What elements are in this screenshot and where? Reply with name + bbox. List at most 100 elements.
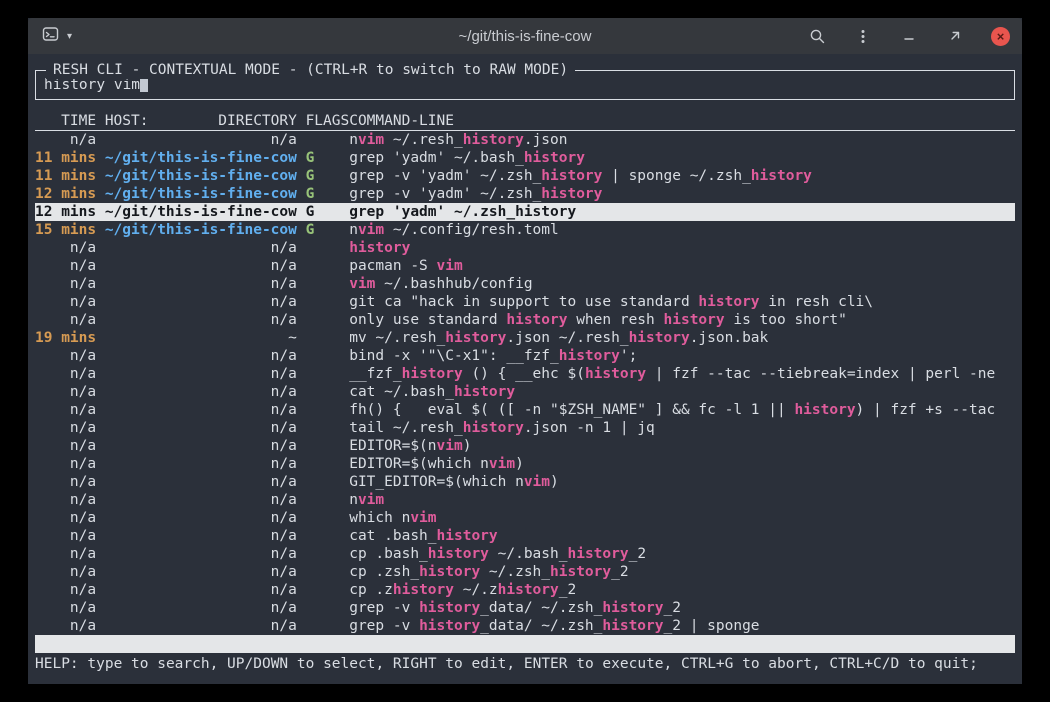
table-row[interactable]: n/a n/a fh() { eval $( ([ -n "$ZSH_NAME"… xyxy=(35,401,1015,419)
row-flags xyxy=(306,311,350,329)
table-row[interactable]: 11 mins ~/git/this-is-fine-cow G grep -v… xyxy=(35,167,1015,185)
command-highlight: history xyxy=(445,330,506,346)
command-text: tail ~/.resh_ xyxy=(349,420,463,436)
table-row[interactable]: n/a n/a EDITOR=$(which nvim) xyxy=(35,455,1015,473)
row-command: cp .bash_history ~/.bash_history_2 xyxy=(349,545,1015,563)
table-row[interactable]: n/a n/a cp .bash_history ~/.bash_history… xyxy=(35,545,1015,563)
row-time: 12 mins xyxy=(35,185,96,203)
table-row[interactable]: n/a n/a nvim xyxy=(35,491,1015,509)
command-text: ~/.bashhub/config xyxy=(375,276,532,292)
table-row[interactable]: 11 mins ~/git/this-is-fine-cow G grep 'y… xyxy=(35,149,1015,167)
header-host-directory: HOST:DIRECTORY xyxy=(105,112,297,130)
row-flags xyxy=(306,509,350,527)
command-text: when resh xyxy=(567,312,663,328)
row-host-dir: n/a xyxy=(105,527,297,545)
command-text: _2 | sponge xyxy=(664,618,760,634)
row-flags xyxy=(306,491,350,509)
command-highlight: history xyxy=(585,366,646,382)
row-host-dir: n/a xyxy=(105,437,297,455)
search-icon[interactable] xyxy=(807,26,827,46)
command-text: GIT_EDITOR=$(which n xyxy=(349,474,524,490)
table-row[interactable]: 15 mins ~/git/this-is-fine-cow G nvim ~/… xyxy=(35,221,1015,239)
table-row[interactable]: n/a n/a git ca "hack in support to use s… xyxy=(35,293,1015,311)
command-text: cp .z xyxy=(349,582,393,598)
row-host-dir: n/a xyxy=(105,599,297,617)
command-text: ) xyxy=(550,474,559,490)
row-flags xyxy=(306,617,350,635)
command-text: __fzf_ xyxy=(349,366,401,382)
row-command: grep -v history_data/ ~/.zsh_history_2 |… xyxy=(349,617,1015,635)
terminal-window: ▾ ~/git/this-is-fine-cow xyxy=(28,18,1022,684)
command-highlight: vim xyxy=(489,456,515,472)
menu-icon[interactable] xyxy=(853,26,873,46)
row-command: history xyxy=(349,239,1015,257)
command-highlight: history xyxy=(602,600,663,616)
table-row[interactable]: n/a n/a cat ~/.bash_history xyxy=(35,383,1015,401)
table-row[interactable]: n/a n/a cp .zhistory ~/.zhistory_2 xyxy=(35,581,1015,599)
command-highlight: history xyxy=(541,168,602,184)
command-text: cat ~/.bash_ xyxy=(349,384,454,400)
table-row[interactable]: n/a n/a __fzf_history () { __ehc $(histo… xyxy=(35,365,1015,383)
row-host-dir: n/a xyxy=(105,257,297,275)
new-terminal-button[interactable] xyxy=(40,26,60,46)
row-host-dir: ~/git/this-is-fine-cow xyxy=(105,221,297,239)
command-highlight: vim xyxy=(349,276,375,292)
table-row[interactable]: n/a n/a tail ~/.resh_history.json -n 1 |… xyxy=(35,419,1015,437)
row-host-dir: n/a xyxy=(105,131,297,149)
table-row[interactable]: n/a n/a grep -v history_data/ ~/.zsh_his… xyxy=(35,617,1015,635)
header-directory: DIRECTORY xyxy=(218,112,297,130)
command-highlight: vim xyxy=(410,510,436,526)
table-row[interactable]: n/a n/a GIT_EDITOR=$(which nvim) xyxy=(35,473,1015,491)
row-command: cp .zsh_history ~/.zsh_history_2 xyxy=(349,563,1015,581)
row-time: n/a xyxy=(35,473,96,491)
command-text: n xyxy=(349,492,358,508)
command-highlight: history xyxy=(524,150,585,166)
command-highlight: history xyxy=(629,330,690,346)
command-text: | fzf --tac --tiebreak=index | perl -ne xyxy=(646,366,995,382)
table-row[interactable]: n/a n/a nvim ~/.resh_history.json xyxy=(35,131,1015,149)
header-flags: FLAGS xyxy=(306,112,350,130)
table-row[interactable]: n/a n/a which nvim xyxy=(35,509,1015,527)
row-command: pacman -S vim xyxy=(349,257,1015,275)
table-row[interactable]: n/a n/a history xyxy=(35,239,1015,257)
chevron-down-icon[interactable]: ▾ xyxy=(67,31,72,42)
table-row[interactable]: n/a n/a pacman -S vim xyxy=(35,257,1015,275)
row-command: fh() { eval $( ([ -n "$ZSH_NAME" ] && fc… xyxy=(349,401,1015,419)
command-text: .json xyxy=(524,132,568,148)
row-command: __fzf_history () { __ehc $(history | fzf… xyxy=(349,365,1015,383)
table-row[interactable]: n/a n/a only use standard history when r… xyxy=(35,311,1015,329)
command-text: () { __ehc $( xyxy=(463,366,585,382)
table-row[interactable]: 12 mins ~/git/this-is-fine-cow G grep 'y… xyxy=(35,203,1015,221)
row-command: grep 'yadm' ~/.zsh_history xyxy=(349,203,1015,221)
row-time: n/a xyxy=(35,419,96,437)
table-row[interactable]: 12 mins ~/git/this-is-fine-cow G grep -v… xyxy=(35,185,1015,203)
table-row[interactable]: n/a n/a EDITOR=$(nvim) xyxy=(35,437,1015,455)
row-host-dir: n/a xyxy=(105,509,297,527)
command-highlight: history xyxy=(454,384,515,400)
row-time: n/a xyxy=(35,131,96,149)
row-time: n/a xyxy=(35,563,96,581)
table-row[interactable]: n/a n/a cp .zsh_history ~/.zsh_history_2 xyxy=(35,563,1015,581)
titlebar: ▾ ~/git/this-is-fine-cow xyxy=(28,18,1022,54)
restore-button[interactable] xyxy=(945,26,965,46)
command-highlight: history xyxy=(698,294,759,310)
command-highlight: vim xyxy=(524,474,550,490)
terminal-icon xyxy=(42,26,59,46)
minimize-button[interactable] xyxy=(899,26,919,46)
table-row[interactable]: n/a n/a cat .bash_history xyxy=(35,527,1015,545)
row-host-dir: n/a xyxy=(105,401,297,419)
table-row[interactable]: 19 mins ~ mv ~/.resh_history.json ~/.res… xyxy=(35,329,1015,347)
command-text: grep -v xyxy=(349,618,419,634)
row-flags xyxy=(306,365,350,383)
row-host-dir: n/a xyxy=(105,383,297,401)
status-bar: 2020-05-11 12:01:51tower:~/git/this-is-f… xyxy=(35,635,1015,653)
table-row[interactable]: n/a n/a bind -x '"\C-x1": __fzf_history'… xyxy=(35,347,1015,365)
command-text: _data/ ~/.zsh_ xyxy=(480,618,602,634)
row-flags: G xyxy=(306,167,350,185)
close-button[interactable]: × xyxy=(991,27,1010,46)
row-flags xyxy=(306,383,350,401)
table-row[interactable]: n/a n/a vim ~/.bashhub/config xyxy=(35,275,1015,293)
help-line: HELP: type to search, UP/DOWN to select,… xyxy=(35,655,1015,673)
table-row[interactable]: n/a n/a grep -v history_data/ ~/.zsh_his… xyxy=(35,599,1015,617)
row-command: nvim xyxy=(349,491,1015,509)
